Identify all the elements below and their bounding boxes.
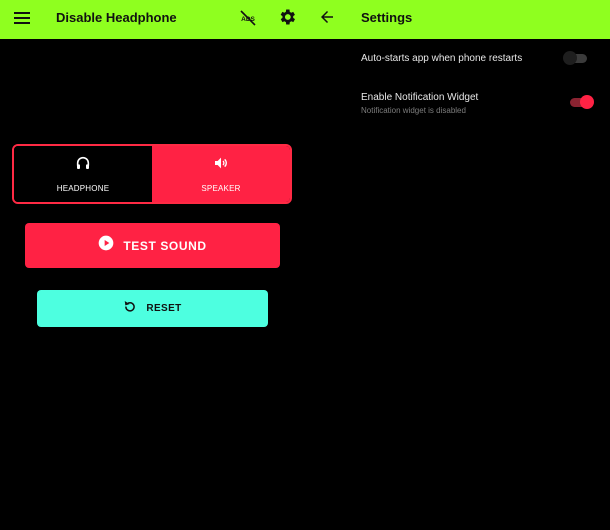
app-title: Disable Headphone [56, 10, 177, 25]
switch-thumb [580, 95, 594, 109]
autostart-switch[interactable] [563, 51, 589, 65]
test-sound-label: TEST SOUND [123, 238, 207, 253]
hamburger-menu-icon[interactable] [10, 6, 34, 30]
headphone-label: HEADPHONE [56, 184, 110, 193]
setting-notification-subtitle: Notification widget is disabled [361, 106, 466, 115]
gear-icon[interactable] [275, 5, 299, 29]
speaker-label: SPEAKER [201, 184, 241, 193]
speaker-option[interactable]: SPEAKER [152, 146, 290, 202]
reset-label: RESET [146, 303, 182, 314]
reset-button[interactable]: RESET [37, 290, 268, 327]
output-toggle-group: HEADPHONE SPEAKER [12, 144, 292, 204]
reset-icon [123, 299, 137, 318]
play-circle-icon [98, 235, 114, 256]
app-bar: Disable Headphone ADS Settings [0, 0, 610, 39]
headphone-option[interactable]: HEADPHONE [14, 146, 152, 202]
switch-thumb [563, 51, 577, 65]
setting-autostart-label: Auto-starts app when phone restarts [361, 53, 523, 64]
headphones-icon [75, 155, 91, 176]
test-sound-button[interactable]: TEST SOUND [25, 223, 280, 268]
svg-text:ADS: ADS [241, 16, 255, 23]
setting-notification-label: Enable Notification Widget [361, 92, 479, 103]
settings-title: Settings [361, 10, 413, 25]
speaker-icon [213, 155, 229, 176]
no-ads-icon[interactable]: ADS [236, 6, 260, 30]
notification-widget-switch[interactable] [568, 95, 594, 109]
arrow-left-icon[interactable] [315, 5, 339, 29]
